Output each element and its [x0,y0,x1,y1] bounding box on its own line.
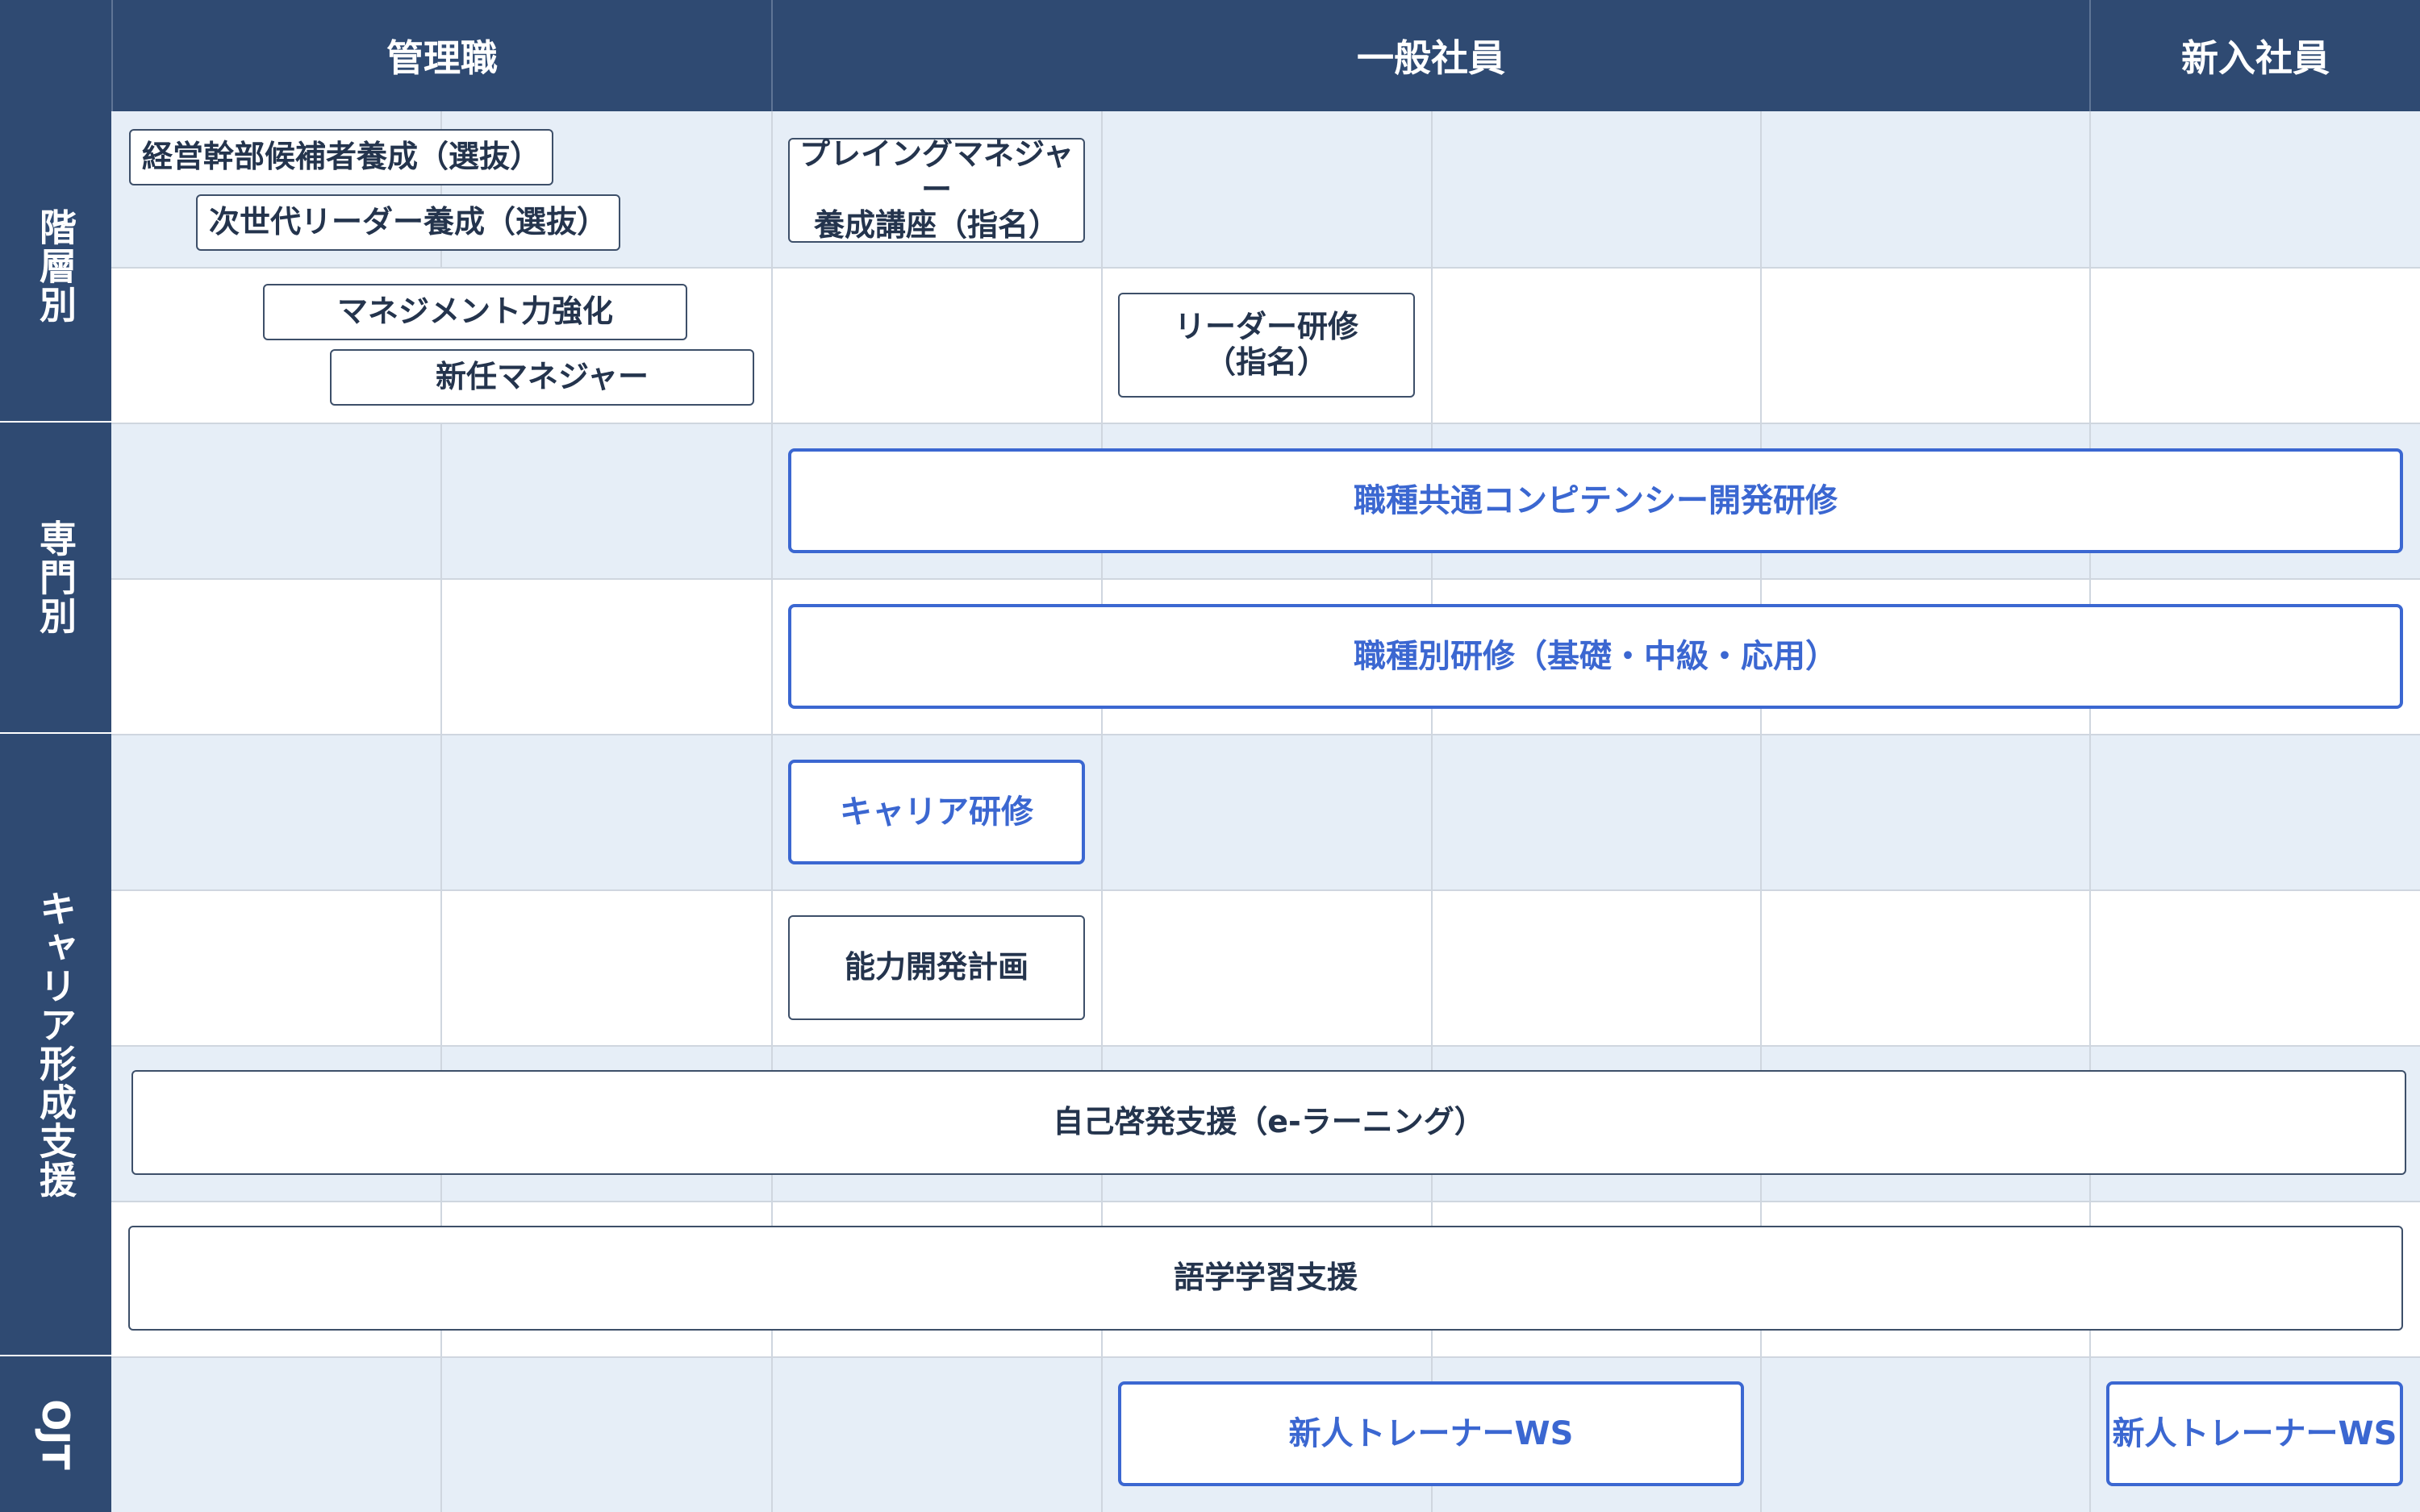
program-new-manager: 新任マネジャー [330,349,754,406]
category-hierarchy-label: 階層別 [34,208,77,324]
category-specialty: 専門別 [0,423,111,734]
category-career-label: キャリア形成支援 [34,889,77,1199]
category-career: キャリア形成支援 [0,734,111,1356]
row-career-1 [111,734,2420,889]
program-competency: 職種共通コンピテンシー開発研修 [788,448,2403,553]
program-next-gen-leader: 次世代リーダー養成（選抜） [196,194,620,251]
category-ojt: OJT [0,1356,111,1512]
category-specialty-label: 専門別 [34,519,77,635]
grid-hline-4 [111,734,2420,735]
program-playing-manager: プレイングマネジャー 養成講座（指名） [788,137,1085,243]
header-corner [0,0,111,111]
grid-hline-6 [111,1045,2420,1047]
grid-hline-3 [111,578,2420,580]
header-new-hires: 新入社員 [2089,0,2420,111]
program-job-specific: 職種別研修（基礎・中級・応用） [788,604,2403,709]
program-language: 語学学習支援 [128,1226,2403,1331]
grid-hline-1 [111,267,2420,269]
training-system-chart: 管理職 一般社員 新入社員 階層別 専門別 キャリア形成支援 OJT 経営幹部候… [0,0,2420,1512]
program-leader-training: リーダー研修 （指名） [1118,293,1415,398]
program-capability-plan: 能力開発計画 [788,915,1085,1020]
grid-vline-1b [440,423,442,1512]
row-career-2 [111,889,2420,1045]
program-management-strength: マネジメント力強化 [263,284,687,340]
grid-hline-8 [111,1356,2420,1358]
program-trainer-ws-new-hire: 新人トレーナーWS [2106,1381,2403,1486]
header-general-staff: 一般社員 [771,0,2089,111]
grid-hline-2 [111,423,2420,424]
program-career-training: キャリア研修 [788,760,1085,864]
grid-hline-7 [111,1201,2420,1202]
header-management: 管理職 [111,0,771,111]
program-elearning: 自己啓発支援（e-ラーニング） [131,1070,2406,1175]
category-ojt-label: OJT [33,1398,77,1470]
category-hierarchy: 階層別 [0,111,111,423]
program-executive-candidate: 経営幹部候補者養成（選抜） [129,129,553,185]
grid-hline-5 [111,889,2420,891]
program-trainer-ws-general: 新人トレーナーWS [1118,1381,1744,1486]
